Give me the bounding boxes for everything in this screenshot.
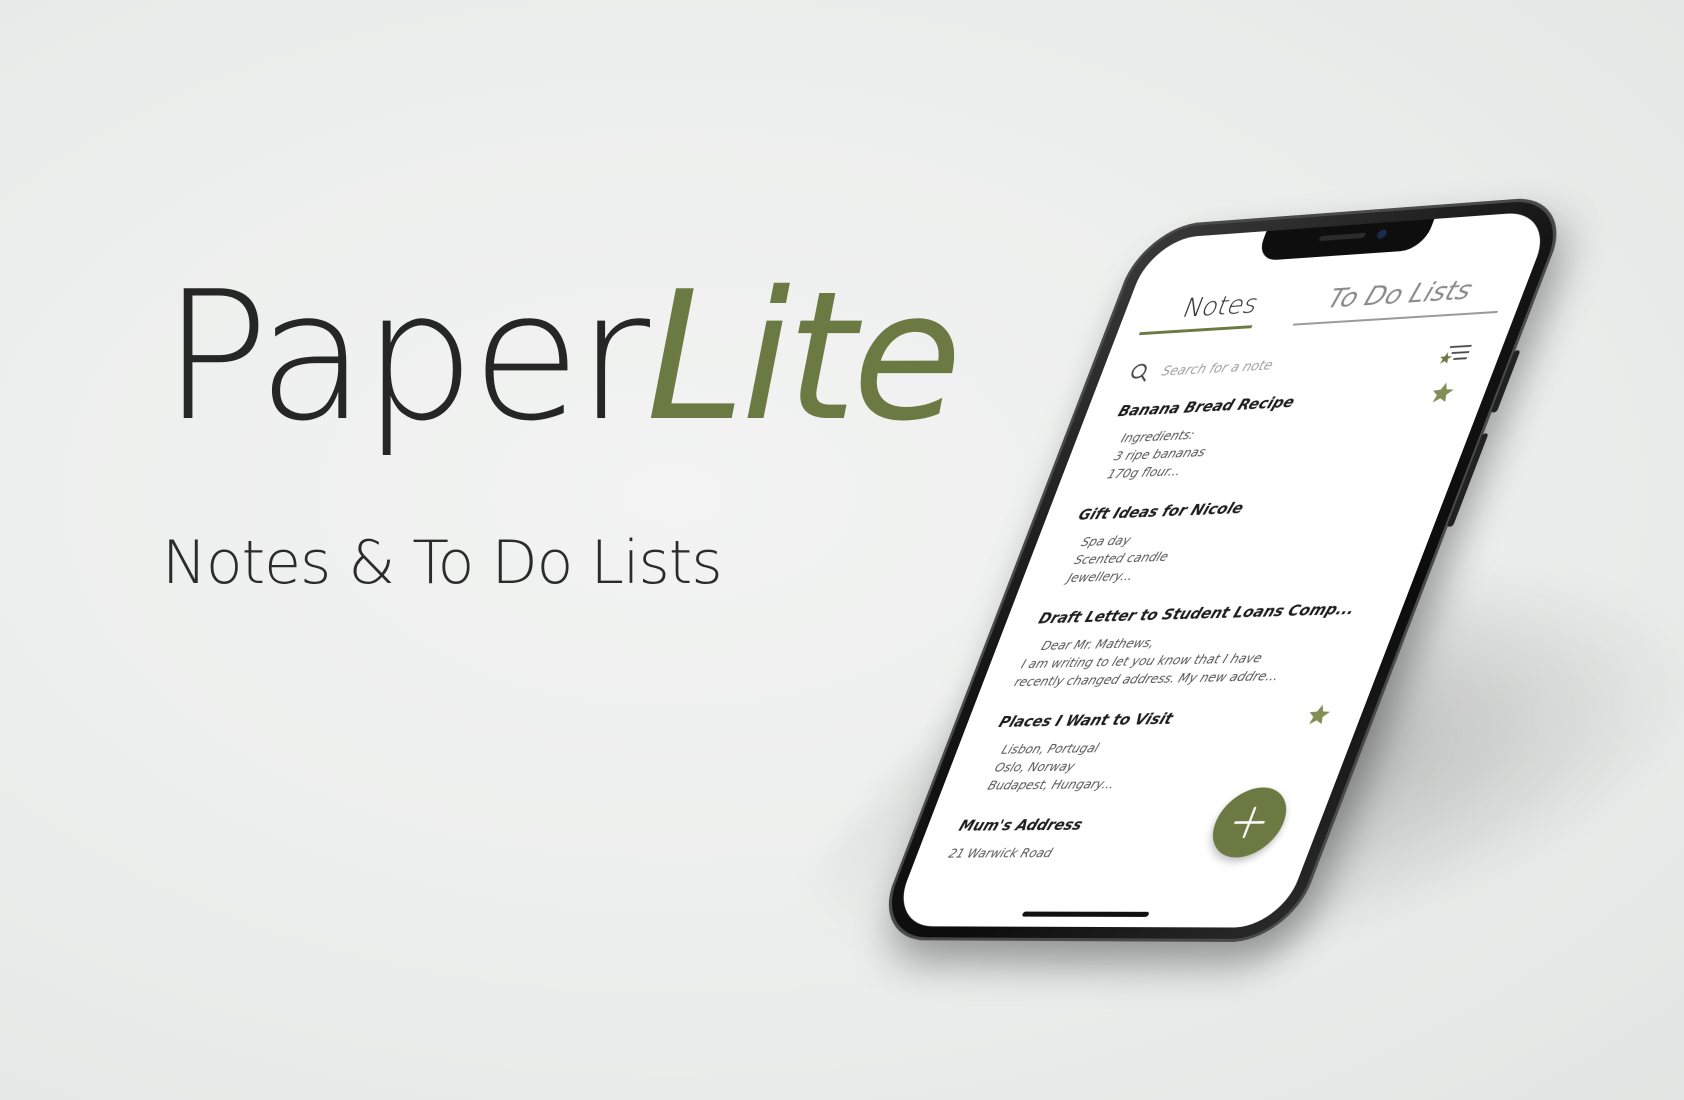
star-icon[interactable] [1425,380,1459,406]
note-item[interactable]: Draft Letter to Student Loans Comp... De… [1003,599,1375,713]
plus-icon [1224,804,1274,841]
note-item[interactable]: Gift Ideas for Nicole Spa day Scented ca… [1043,491,1417,609]
brand-part-paper: Paper [162,253,650,460]
tab-label: To Do Lists [1323,275,1477,315]
front-camera [1375,229,1389,240]
app-logo-wordmark: PaperLite [162,268,962,446]
tab-to-do-lists[interactable]: To Do Lists [1286,267,1514,326]
search-icon[interactable] [1125,361,1155,384]
note-item[interactable]: Banana Bread Recipe Ingredients: 3 ripe … [1083,382,1458,506]
active-tab-indicator [1138,325,1253,336]
tab-label: Notes [1178,289,1263,324]
filter-icon[interactable] [1436,341,1474,367]
tab-notes[interactable]: Notes [1138,282,1302,336]
speaker-grille [1318,232,1367,242]
home-indicator[interactable] [1021,911,1150,917]
search-input[interactable] [1158,346,1405,383]
tagline: Notes & To Do Lists [162,528,723,598]
tab-bar: Notes To Do Lists [1138,268,1509,336]
phone-notch [1254,218,1435,262]
brand-part-lite: Lite [646,253,962,460]
promo-stage: PaperLite Notes & To Do Lists Notes To D… [0,0,1684,1100]
search-bar [1124,339,1475,389]
